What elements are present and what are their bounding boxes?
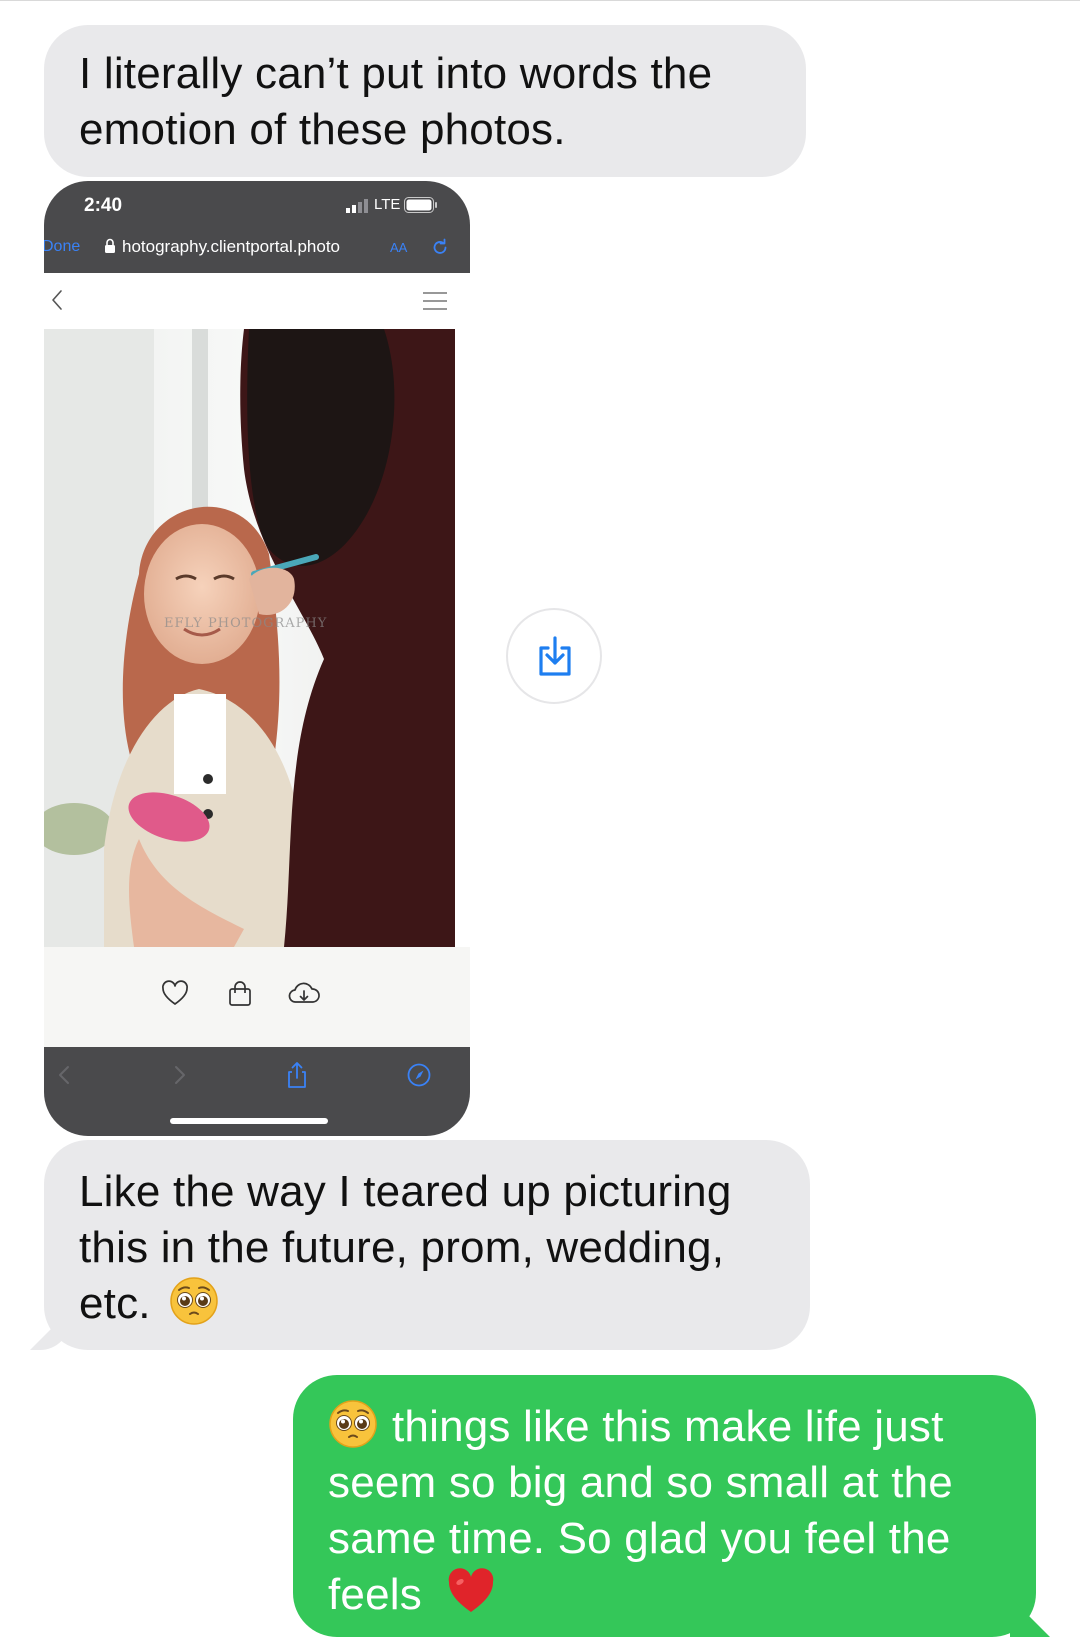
forward-chevron-icon[interactable]	[166, 1061, 192, 1089]
signal-icon	[346, 199, 368, 213]
compass-icon[interactable]	[406, 1061, 432, 1089]
screenshot-attachment[interactable]: 2:40 LTE Done hotography.clientportal.ph…	[44, 181, 470, 1136]
browser-toolbar	[44, 1047, 470, 1136]
save-download-icon	[539, 636, 571, 676]
message-text: etc.	[79, 1279, 151, 1328]
message-text: things like this make life just	[392, 1402, 944, 1451]
home-indicator	[170, 1118, 328, 1124]
done-button[interactable]: Done	[44, 238, 80, 256]
bubble-tail	[30, 1310, 70, 1350]
message-text: emotion of these photos.	[79, 105, 566, 154]
top-divider	[0, 0, 1080, 1]
photo-watermark: EFLY PHOTOGRAPHY	[164, 616, 327, 631]
message-text: same time. So glad you feel the	[328, 1514, 951, 1563]
lock-icon	[105, 238, 115, 253]
message-text: this in the future, prom, wedding,	[79, 1223, 725, 1272]
message-text: I literally can’t put into words the	[79, 49, 713, 98]
message-bubble-incoming-2[interactable]: Like the way I teared up picturing this …	[30, 1140, 810, 1350]
share-icon[interactable]	[284, 1061, 310, 1089]
bag-icon[interactable]	[225, 979, 255, 1009]
cloud-download-icon[interactable]	[287, 979, 321, 1009]
status-time: 2:40	[84, 195, 123, 216]
phone-status-bar: 2:40 LTE Done hotography.clientportal.ph…	[44, 181, 470, 273]
menu-icon[interactable]	[422, 291, 448, 311]
url-text[interactable]: hotography.clientportal.photo	[122, 237, 340, 257]
network-label: LTE	[374, 196, 401, 213]
save-attachment-button[interactable]	[506, 608, 602, 704]
pleading-face-emoji-icon	[329, 1400, 377, 1448]
message-bubble-outgoing[interactable]: things like this make life just seem so …	[293, 1375, 1050, 1637]
message-text: Like the way I teared up picturing	[79, 1167, 732, 1216]
red-heart-emoji-icon	[449, 1568, 494, 1612]
message-text: seem so big and so small at the	[328, 1458, 953, 1507]
gallery-nav-bar	[44, 273, 470, 329]
back-chevron-icon[interactable]	[52, 1061, 78, 1089]
photo-actions-bar	[44, 947, 470, 1047]
back-chevron-icon[interactable]	[50, 289, 64, 311]
message-text: feels	[328, 1570, 422, 1619]
pleading-face-emoji-icon	[170, 1277, 218, 1325]
heart-icon[interactable]	[160, 979, 190, 1009]
reader-aa-button[interactable]: AA	[390, 240, 407, 255]
gallery-photo[interactable]: EFLY PHOTOGRAPHY	[44, 329, 455, 947]
battery-icon	[404, 197, 437, 213]
reload-icon[interactable]	[430, 237, 450, 257]
message-bubble-incoming-1[interactable]: I literally can’t put into words the emo…	[44, 25, 806, 177]
